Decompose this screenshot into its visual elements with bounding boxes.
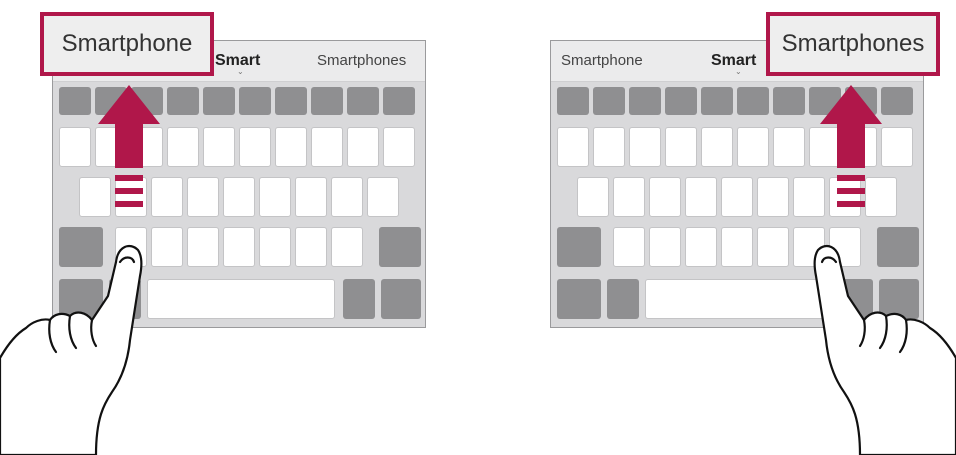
up-arrow-icon	[820, 85, 882, 207]
finger-hand-icon	[813, 244, 956, 455]
gesture-overlay	[0, 85, 956, 455]
up-arrow-icon	[98, 85, 160, 207]
finger-hand-icon	[0, 244, 143, 455]
